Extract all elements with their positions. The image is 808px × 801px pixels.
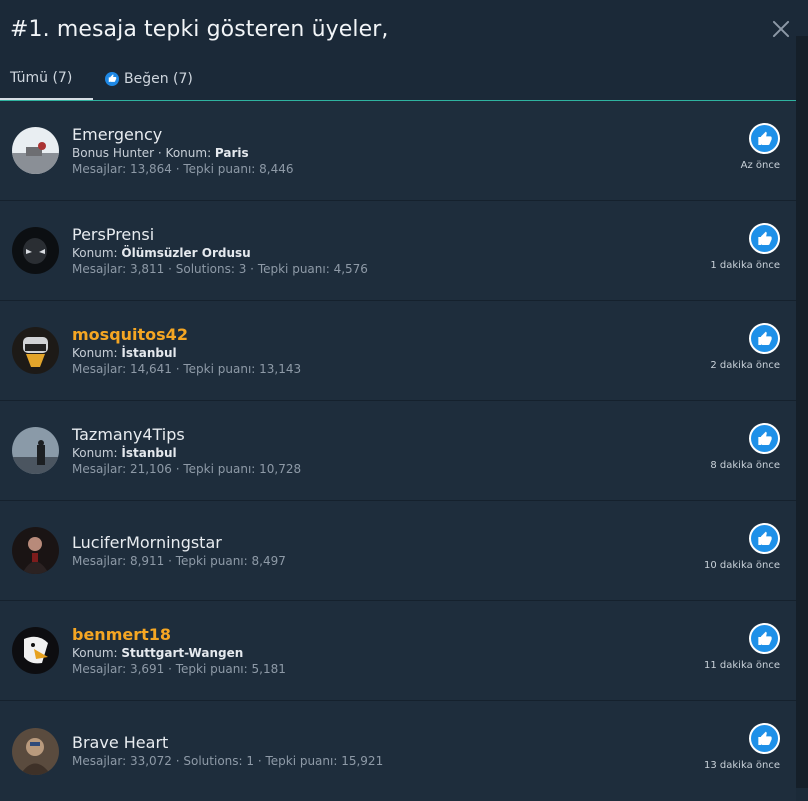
reaction-time: 11 dakika önce <box>704 660 780 671</box>
dialog-title: #1. mesaja tepki gösteren üyeler, <box>10 16 389 42</box>
like-reaction-icon <box>749 623 780 654</box>
user-title: Bonus Hunter · Konum: Paris <box>72 145 294 161</box>
user-title: Konum: Stuttgart-Wangen <box>72 645 286 661</box>
reaction-time: 8 dakika önce <box>710 460 780 471</box>
user-title: Konum: İstanbul <box>72 445 301 461</box>
avatar[interactable] <box>12 427 59 474</box>
reaction-time: Az önce <box>740 160 780 171</box>
tab-like-label: Beğen (7) <box>124 70 193 87</box>
username-link[interactable]: LuciferMorningstar <box>72 533 286 553</box>
tab-all[interactable]: Tümü (7) <box>0 57 93 100</box>
username-link[interactable]: mosquitos42 <box>72 325 301 345</box>
user-title-text: Konum: <box>72 345 122 360</box>
reaction-time: 2 dakika önce <box>710 360 780 371</box>
list-item: benmert18 Konum: Stuttgart-Wangen Mesajl… <box>0 601 796 701</box>
like-reaction-icon <box>749 123 780 154</box>
user-title: Konum: İstanbul <box>72 345 301 361</box>
location-value: Stuttgart-Wangen <box>121 645 244 660</box>
user-title-text: Konum: <box>72 445 122 460</box>
username-link[interactable]: Brave Heart <box>72 733 383 753</box>
user-title-text: Konum: <box>72 245 122 260</box>
avatar[interactable] <box>12 527 59 574</box>
user-stats: Mesajlar: 21,106 · Tepki puanı: 10,728 <box>72 461 302 476</box>
user-stats: Mesajlar: 3,811 · Solutions: 3 · Tepki p… <box>72 261 368 276</box>
reaction-tabs: Tümü (7) Beğen (7) <box>0 58 808 101</box>
like-reaction-icon <box>749 523 780 554</box>
reaction-list: Emergency Bonus Hunter · Konum: Paris Me… <box>0 101 796 801</box>
user-title: Konum: Ölümsüzler Ordusu <box>72 245 368 261</box>
location-value: İstanbul <box>121 345 177 360</box>
user-stats: Mesajlar: 33,072 · Solutions: 1 · Tepki … <box>72 754 384 768</box>
reaction-time: 13 dakika önce <box>704 760 780 771</box>
close-icon[interactable] <box>768 16 794 42</box>
user-stats: Mesajlar: 14,641 · Tepki puanı: 13,143 <box>72 361 302 376</box>
avatar[interactable] <box>12 727 59 775</box>
location-value: İstanbul <box>121 445 177 460</box>
location-value: Ölümsüzler Ordusu <box>121 245 251 260</box>
username-link[interactable]: Emergency <box>72 125 294 145</box>
list-item: mosquitos42 Konum: İstanbul Mesajlar: 14… <box>0 301 796 401</box>
user-stats: Mesajlar: 8,911 · Tepki puanı: 8,497 <box>72 553 286 568</box>
username-link[interactable]: PersPrensi <box>72 225 368 245</box>
like-reaction-icon <box>749 423 780 454</box>
avatar[interactable] <box>12 227 59 274</box>
reaction-time: 10 dakika önce <box>704 560 780 571</box>
list-item: PersPrensi Konum: Ölümsüzler Ordusu Mesa… <box>0 201 796 301</box>
location-value: Paris <box>214 145 249 160</box>
avatar[interactable] <box>12 127 59 174</box>
list-item: Brave Heart Mesajlar: 33,072 · Solutions… <box>0 701 796 801</box>
like-reaction-icon <box>749 223 780 254</box>
user-stats: Mesajlar: 3,691 · Tepki puanı: 5,181 <box>72 661 286 676</box>
like-reaction-icon <box>749 723 780 754</box>
tab-like[interactable]: Beğen (7) <box>93 57 205 100</box>
list-item: Emergency Bonus Hunter · Konum: Paris Me… <box>0 101 796 201</box>
username-link[interactable]: Tazmany4Tips <box>72 425 301 445</box>
list-item: Tazmany4Tips Konum: İstanbul Mesajlar: 2… <box>0 401 796 501</box>
reaction-time: 1 dakika önce <box>710 260 780 271</box>
thumbs-up-icon <box>105 71 119 86</box>
user-stats: Mesajlar: 13,864 · Tepki puanı: 8,446 <box>72 161 294 176</box>
scrollbar[interactable] <box>796 36 808 788</box>
avatar[interactable] <box>12 627 59 674</box>
list-item: LuciferMorningstar Mesajlar: 8,911 · Tep… <box>0 501 796 601</box>
username-link[interactable]: benmert18 <box>72 625 286 645</box>
dialog-header: #1. mesaja tepki gösteren üyeler, <box>0 0 808 58</box>
user-title-text: Bonus Hunter · Konum: <box>72 145 215 160</box>
avatar[interactable] <box>12 327 59 374</box>
tab-all-label: Tümü (7) <box>10 69 73 86</box>
like-reaction-icon <box>749 323 780 354</box>
user-title-text: Konum: <box>72 645 122 660</box>
